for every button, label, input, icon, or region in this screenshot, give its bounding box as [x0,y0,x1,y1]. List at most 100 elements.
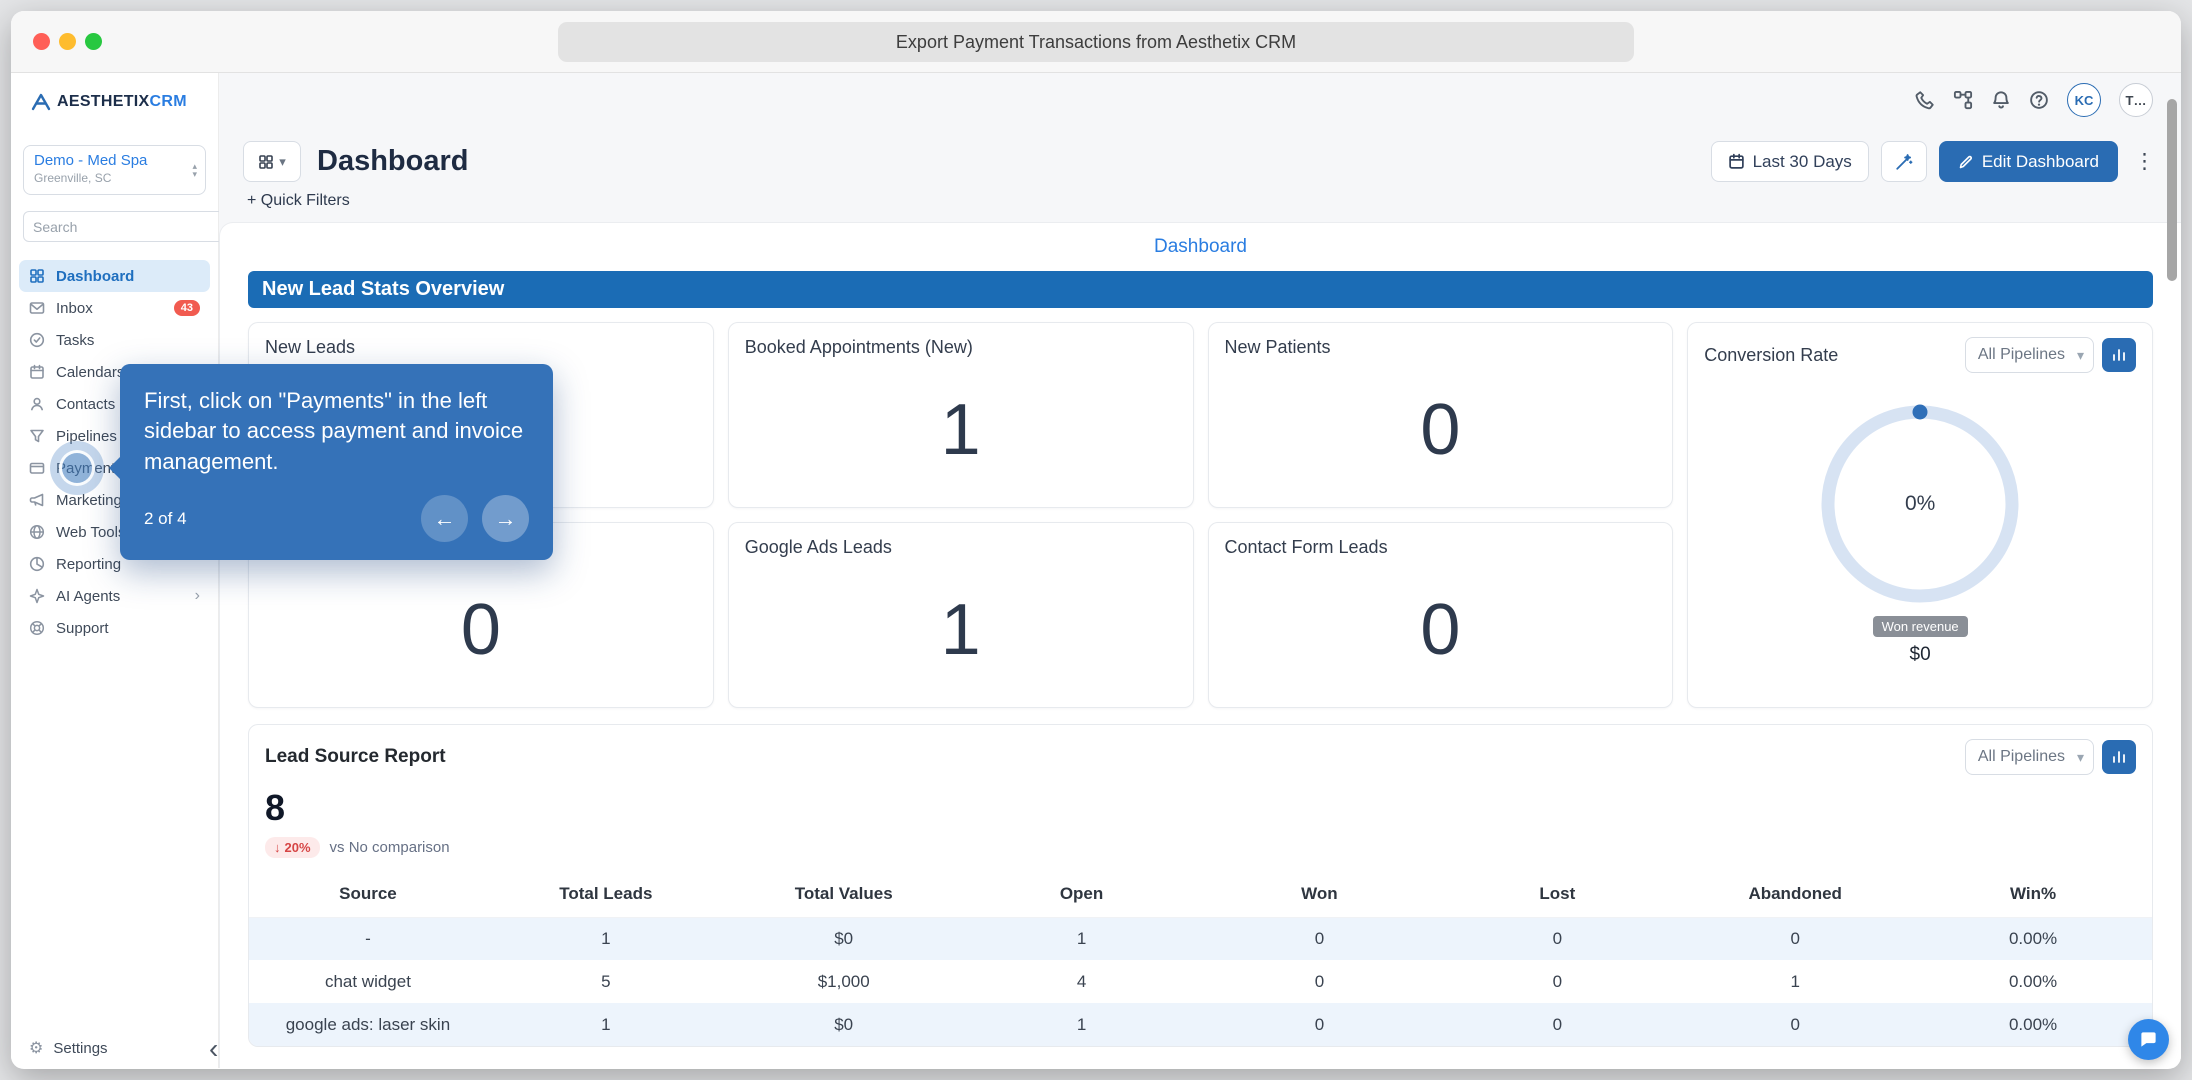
delta-badge: ↓ 20% [265,837,320,858]
chart-icon [2111,347,2127,363]
pipeline-filter-select[interactable]: All Pipelines [1964,337,2094,373]
table-row[interactable]: - 1 $0 1 0 0 0 0.00% [249,917,2152,960]
table-cell: 0 [1790,1014,1800,1034]
account-switcher[interactable]: Demo - Med Spa Greenville, SC ▴ ▾ [23,145,206,195]
chat-launcher-button[interactable] [2128,1019,2169,1060]
won-revenue-value: $0 [1909,644,1931,665]
brand-logo: AESTHETIXCRM [11,73,218,131]
comparison-label: vs No comparison [329,839,450,856]
right-arrow-icon: → [494,505,517,531]
conversion-rate-card: Conversion Rate All Pipelines ▾ 0% Won r… [1687,322,2153,708]
column-header[interactable]: Win% [1914,872,2152,918]
brand-name: AESTHETIXCRM [57,93,187,110]
sidebar: AESTHETIXCRM Demo - Med Spa Greenville, … [11,73,285,1068]
search-input[interactable] [33,218,214,235]
sidebar-item-ai-agents[interactable]: AI Agents › [19,580,210,612]
card-value: 1 [940,390,981,470]
support-icon [29,620,46,636]
table-cell: 0 [1552,971,1563,991]
column-header[interactable]: Open [962,872,1201,918]
table-cell: 5 [601,971,611,991]
table-cell: chat widget [324,971,411,991]
lead-source-table: Source Total Leads Total Values Open Won… [249,872,2152,1046]
dashboard-switcher-button[interactable]: ▾ [243,141,301,182]
card-value: 1 [940,590,981,670]
dashboard-panel: Dashboard New Lead Stats Overview New Le… [219,222,2181,1068]
globe-icon [29,524,46,540]
column-header[interactable]: Source [249,872,487,918]
tutorial-back-button[interactable]: ← [421,495,468,543]
help-icon[interactable] [2029,90,2049,110]
more-options-icon[interactable]: ⋮ [2134,149,2155,174]
close-window-button[interactable] [33,33,50,50]
table-cell: 4 [1076,971,1087,991]
phone-icon[interactable] [1915,90,1935,110]
pipeline-filter-select[interactable]: All Pipelines [1964,739,2094,775]
minimize-window-button[interactable] [59,33,76,50]
table-cell: 0 [1790,928,1800,948]
bell-icon[interactable] [1991,90,2011,110]
table-cell: 0 [1314,971,1325,991]
table-cell: 0.00% [2008,928,2058,948]
user-avatar-t[interactable]: T… [2119,83,2153,117]
sidebar-item-label: Tasks [56,331,95,349]
edit-dashboard-label: Edit Dashboard [1981,151,2099,171]
column-header[interactable]: Total Leads [486,872,725,918]
tasks-icon [29,332,46,348]
sidebar-item-support[interactable]: Support [19,612,210,644]
scrollbar-thumb[interactable] [2167,99,2177,281]
contacts-icon [29,396,46,412]
sidebar-item-label: Web Tools [56,523,126,541]
workflow-icon[interactable] [1953,90,1973,110]
zoom-window-button[interactable] [85,33,102,50]
table-row[interactable]: google ads: laser skin 1 $0 1 0 0 0 0.00… [249,1003,2152,1046]
table-cell: 1 [601,1014,611,1034]
top-utility-bar: KC T… [219,73,2181,127]
account-chevrons-icon: ▴ ▾ [192,161,197,179]
table-cell: 0 [1552,1014,1563,1034]
main-area: KC T… ▾ Dashboard Last 30 Days Edit Dash… [219,73,2181,1068]
sidebar-item-label: Contacts [56,395,116,413]
table-row[interactable]: chat widget 5 $1,000 4 0 0 1 0.00% [249,960,2152,1003]
table-cell: $0 [834,928,854,948]
column-header[interactable]: Abandoned [1676,872,1915,918]
tab-dashboard[interactable]: Dashboard [220,223,2181,271]
window-title: Export Payment Transactions from Aesthet… [558,22,1634,62]
quick-filters-button[interactable]: + Quick Filters [219,188,2181,222]
stat-card-contact-form-leads: Contact Form Leads 0 [1207,522,1674,708]
chart-settings-button[interactable] [2102,740,2136,774]
table-cell: 1 [1076,928,1087,948]
chat-icon [2139,1030,2158,1049]
table-cell: 0 [1314,1014,1325,1034]
chevron-down-icon: ▾ [279,153,286,169]
sidebar-item-dashboard[interactable]: Dashboard [19,260,210,292]
column-header[interactable]: Total Values [724,872,963,918]
chart-settings-button[interactable] [2102,338,2136,372]
table-cell: 0.00% [2008,971,2058,991]
window-titlebar: Export Payment Transactions from Aesthet… [11,11,2181,73]
tutorial-next-button[interactable]: → [482,495,529,543]
lead-total-count: 8 [265,787,286,828]
date-range-label: Last 30 Days [1752,151,1852,171]
edit-dashboard-button[interactable]: Edit Dashboard [1938,141,2118,182]
column-header[interactable]: Lost [1438,872,1677,918]
column-header[interactable]: Won [1200,872,1439,918]
sidebar-item-label: Marketing [56,491,122,509]
settings-label: Settings [53,1039,108,1057]
tutorial-text: First, click on "Payments" in the left s… [144,388,524,474]
calendar-icon [1728,153,1745,170]
magic-wand-button[interactable] [1880,141,1927,182]
sidebar-item-label: Calendars [56,363,125,381]
table-cell: 0.00% [2008,1014,2058,1034]
sidebar-item-inbox[interactable]: Inbox 43 [19,292,210,324]
sidebar-collapse-icon[interactable]: ‹ [209,1035,218,1063]
gear-icon: ⚙ [29,1040,44,1057]
sidebar-item-tasks[interactable]: Tasks [19,324,210,356]
pencil-icon [1958,154,1974,170]
table-cell: 0 [1314,928,1325,948]
card-value: 0 [1420,390,1461,470]
sidebar-item-label: AI Agents [56,587,121,605]
sidebar-item-settings[interactable]: ⚙ Settings [11,1038,218,1068]
date-range-button[interactable]: Last 30 Days [1710,141,1869,182]
user-avatar-kc[interactable]: KC [2067,83,2101,117]
